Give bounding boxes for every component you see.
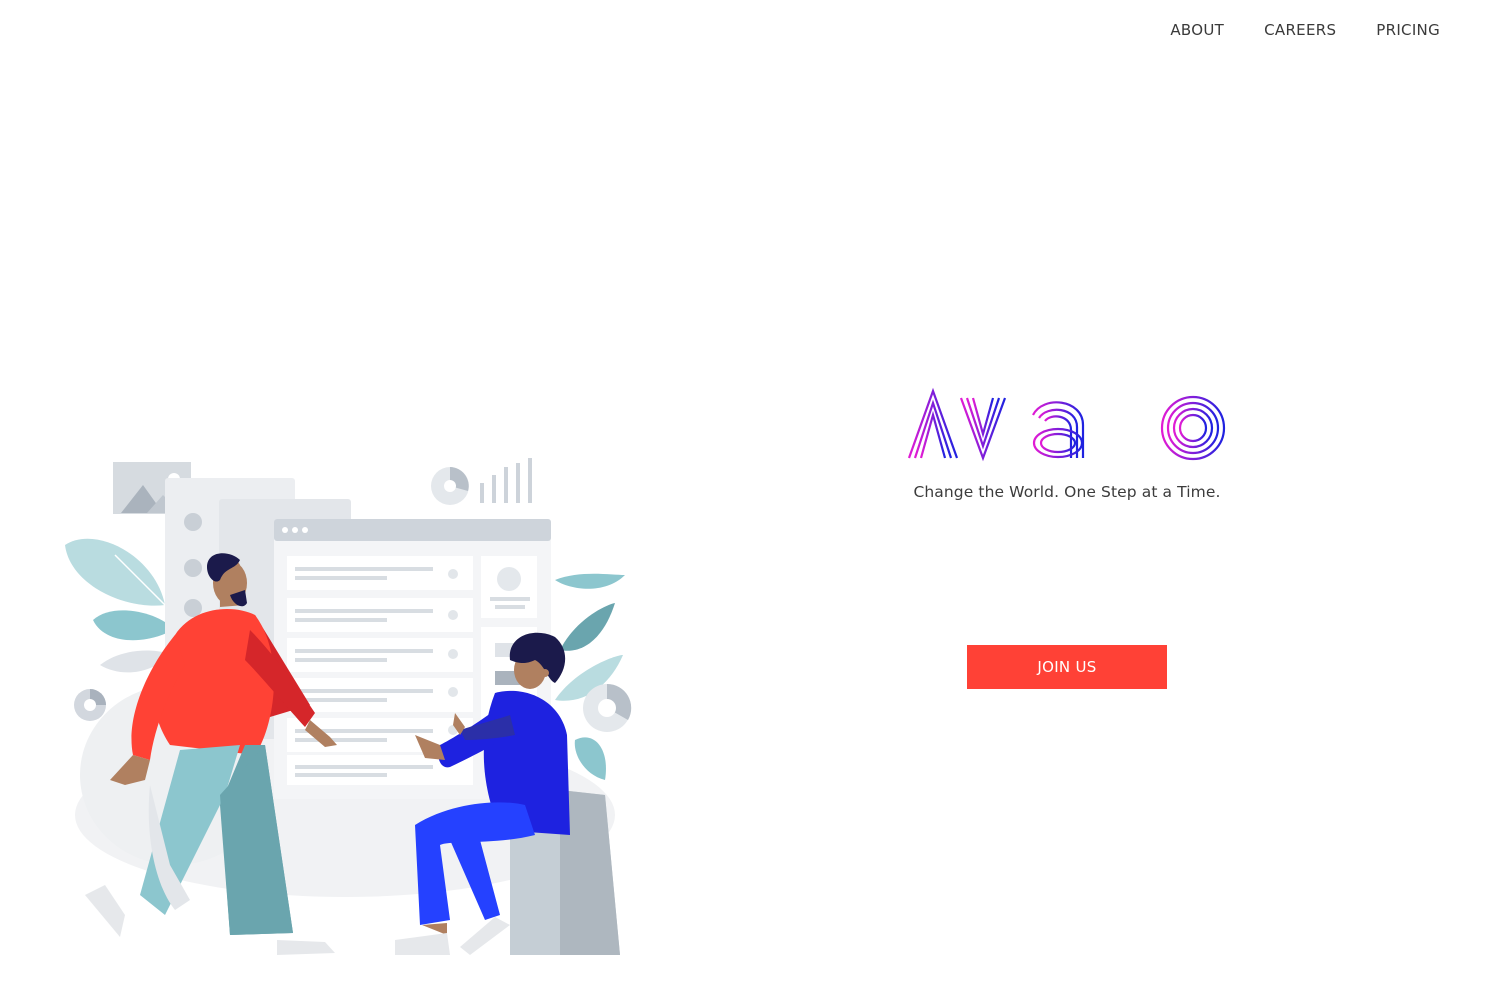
join-us-button[interactable]: JOIN US [967, 645, 1167, 689]
top-navigation: ABOUT CAREERS PRICING [1170, 20, 1440, 40]
hero-tagline: Change the World. One Step at a Time. [913, 483, 1221, 501]
hero-section: Change the World. One Step at a Time. [867, 385, 1267, 501]
landing-page: ABOUT CAREERS PRICING Change the World. … [0, 0, 1500, 1000]
aviato-logo [907, 387, 1226, 462]
nav-link-about[interactable]: ABOUT [1170, 20, 1224, 40]
nav-link-careers[interactable]: CAREERS [1264, 20, 1336, 40]
nav-link-pricing[interactable]: PRICING [1376, 20, 1440, 40]
team-collaboration-illustration [55, 455, 645, 960]
